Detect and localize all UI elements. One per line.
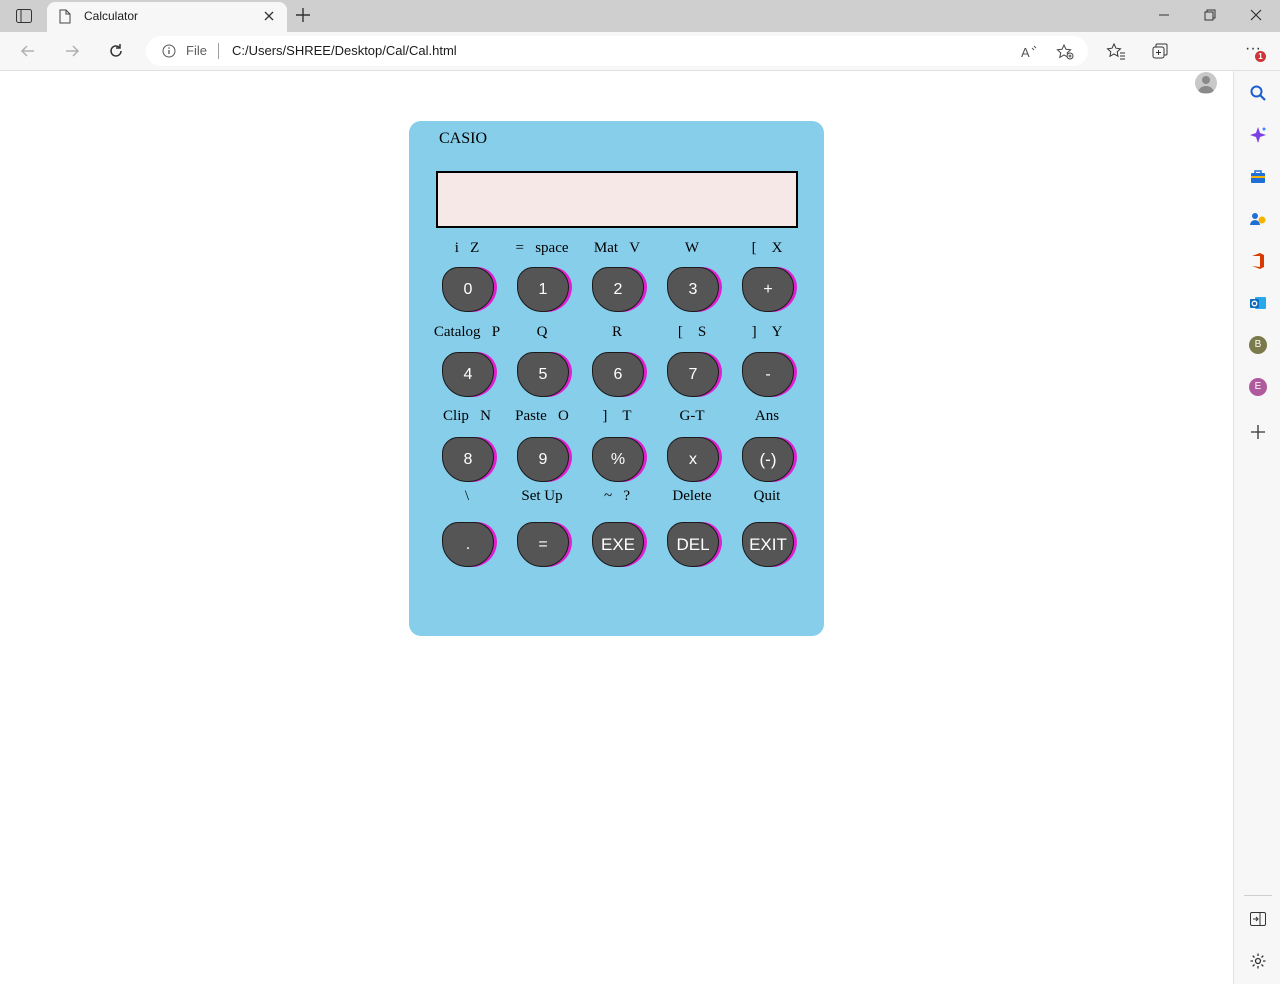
close-tab-icon[interactable] <box>263 9 277 23</box>
games-icon[interactable] <box>1248 209 1268 229</box>
key-equals-button[interactable]: = <box>517 522 569 567</box>
notification-badge: 1 <box>1255 51 1266 62</box>
key-percent-button[interactable]: % <box>592 437 644 482</box>
key-secondary-label: ] T <box>602 408 632 424</box>
outlook-icon[interactable] <box>1248 293 1268 313</box>
profile-avatar[interactable] <box>1195 72 1217 94</box>
shopping-icon[interactable] <box>1248 167 1268 187</box>
key-secondary-label: W <box>684 240 700 256</box>
close-window-icon[interactable] <box>1249 8 1265 24</box>
key-1-button[interactable]: 1 <box>517 267 569 312</box>
search-icon[interactable] <box>1248 83 1268 103</box>
key-secondary-label: G-T <box>679 408 705 424</box>
svg-text:A: A <box>1021 45 1030 60</box>
key-decimal-button[interactable]: . <box>442 522 494 567</box>
key-negate-button[interactable]: (-) <box>742 437 794 482</box>
key-secondary-label: Q <box>536 324 548 340</box>
add-favorite-icon[interactable] <box>1056 43 1074 61</box>
key-9-button[interactable]: 9 <box>517 437 569 482</box>
restore-icon[interactable] <box>1203 8 1219 24</box>
calculator-brand: CASIO <box>439 130 488 147</box>
read-aloud-icon[interactable]: A <box>1020 43 1038 61</box>
back-arrow-icon[interactable] <box>18 41 38 61</box>
key-secondary-label: i Z <box>454 240 480 256</box>
favorites-icon[interactable] <box>1106 41 1126 61</box>
key-secondary-label: Delete <box>672 488 712 504</box>
key-exe-button[interactable]: EXE <box>592 522 644 567</box>
active-tab[interactable]: Calculator <box>47 2 287 32</box>
tab-title: Calculator <box>84 9 139 23</box>
key-secondary-label: Clip N <box>443 408 491 424</box>
minimize-icon[interactable] <box>1157 8 1173 24</box>
browser-toolbar: File C:/Users/SHREE/Desktop/Cal/Cal.html… <box>0 32 1280 94</box>
key-del-button[interactable]: DEL <box>667 522 719 567</box>
key-6-button[interactable]: 6 <box>592 352 644 397</box>
key-secondary-label: Quit <box>753 488 781 504</box>
tab-actions-icon[interactable] <box>12 6 36 26</box>
profile-e-icon[interactable]: E <box>1248 377 1268 397</box>
key-secondary-label: [ X <box>751 240 783 256</box>
key-secondary-label: = space <box>515 240 569 256</box>
key-secondary-label: \ <box>464 488 470 504</box>
office-icon[interactable] <box>1248 251 1268 271</box>
address-bar[interactable]: File C:/Users/SHREE/Desktop/Cal/Cal.html… <box>146 36 1088 66</box>
key-secondary-label: ] Y <box>751 324 783 340</box>
key-0-button[interactable]: 0 <box>442 267 494 312</box>
info-icon[interactable] <box>162 44 176 58</box>
key-5-button[interactable]: 5 <box>517 352 569 397</box>
forward-arrow-icon[interactable] <box>62 41 82 61</box>
add-sidebar-app-icon[interactable] <box>1248 422 1268 442</box>
key-secondary-label: Mat V <box>593 240 641 256</box>
key-secondary-label: Ans <box>754 408 780 424</box>
protocol-label: File <box>186 43 207 58</box>
key-secondary-label: [ S <box>677 324 707 340</box>
copilot-sparkle-icon[interactable] <box>1248 125 1268 145</box>
key-exit-button[interactable]: EXIT <box>742 522 794 567</box>
key-8-button[interactable]: 8 <box>442 437 494 482</box>
address-divider <box>218 43 219 59</box>
edge-sidebar: B E <box>1233 71 1280 984</box>
key-secondary-label: ~ ? <box>603 488 631 504</box>
profile-b-icon[interactable]: B <box>1248 335 1268 355</box>
sidebar-divider <box>1244 895 1272 896</box>
new-tab-icon[interactable] <box>294 6 314 26</box>
refresh-icon[interactable] <box>106 41 126 61</box>
key-7-button[interactable]: 7 <box>667 352 719 397</box>
key-secondary-label: Paste O <box>515 408 569 424</box>
key-3-button[interactable]: 3 <box>667 267 719 312</box>
sidebar-settings-icon[interactable] <box>1248 951 1268 971</box>
calculator: CASIO i Z = space Mat V W [ X 0 1 2 3 + Catalog P Q… <box>409 121 824 636</box>
page-icon <box>59 9 73 25</box>
key-secondary-label: Set Up <box>521 488 563 504</box>
key-plus-button[interactable]: + <box>742 267 794 312</box>
key-secondary-label: Catalog P <box>433 324 501 340</box>
key-4-button[interactable]: 4 <box>442 352 494 397</box>
key-secondary-label: R <box>611 324 623 340</box>
tab-bar: Calculator <box>0 0 1280 32</box>
key-minus-button[interactable]: - <box>742 352 794 397</box>
calculator-display <box>436 171 798 228</box>
key-2-button[interactable]: 2 <box>592 267 644 312</box>
hide-sidebar-icon[interactable] <box>1248 909 1268 929</box>
key-multiply-button[interactable]: x <box>667 437 719 482</box>
collections-icon[interactable] <box>1150 41 1170 61</box>
url-text[interactable]: C:/Users/SHREE/Desktop/Cal/Cal.html <box>232 43 457 58</box>
